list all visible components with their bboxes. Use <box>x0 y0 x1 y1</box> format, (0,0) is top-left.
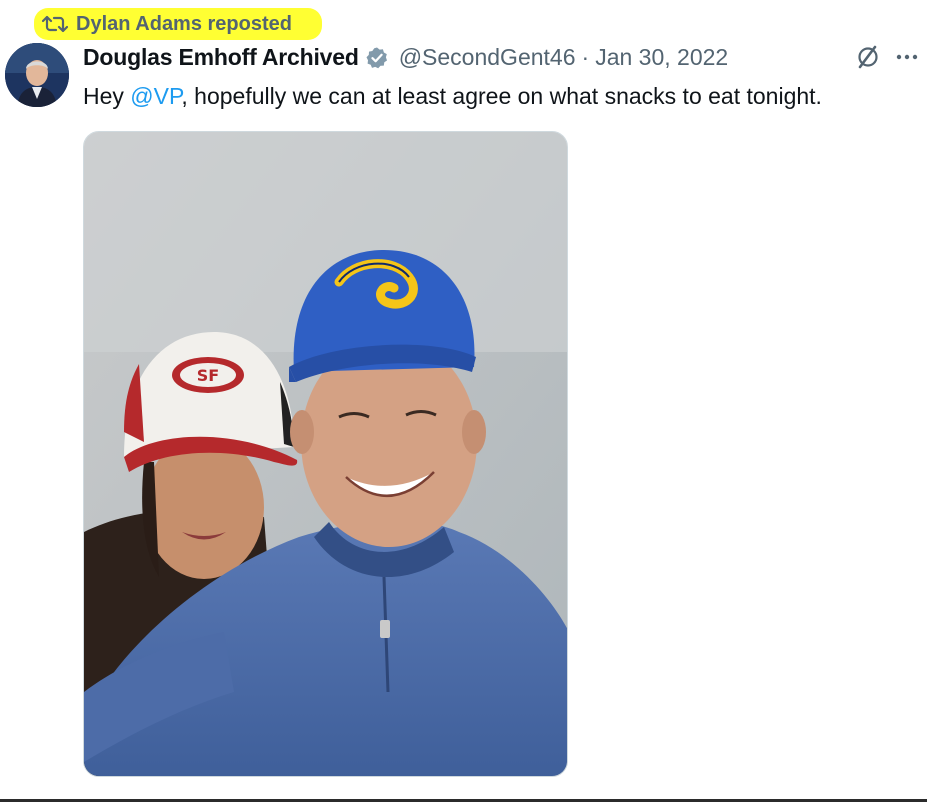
tweet-text-before: Hey <box>83 83 131 109</box>
more-icon[interactable] <box>895 45 919 69</box>
display-name[interactable]: Douglas Emhoff Archived <box>83 44 359 71</box>
selfie-photo[interactable]: SF <box>83 131 568 777</box>
grok-icon[interactable] <box>855 44 881 70</box>
svg-text:SF: SF <box>197 366 219 385</box>
verified-badge-icon[interactable] <box>365 46 389 70</box>
tweet-card[interactable]: Dylan Adams reposted Douglas Emhoff Arch… <box>0 0 927 802</box>
tweet-text: Hey @VP, hopefully we can at least agree… <box>83 83 822 110</box>
avatar[interactable] <box>5 43 69 107</box>
handle[interactable]: @SecondGent46 <box>399 44 576 71</box>
separator-dot: · <box>581 44 590 70</box>
tweet-header-actions <box>855 44 919 70</box>
tweet-header: Douglas Emhoff Archived @SecondGent46 · … <box>83 44 728 71</box>
repost-indicator[interactable]: Dylan Adams reposted <box>34 8 322 40</box>
repost-icon <box>42 13 68 35</box>
mention-link[interactable]: @VP <box>130 83 181 109</box>
repost-label[interactable]: Dylan Adams reposted <box>76 13 292 36</box>
tweet-text-after: , hopefully we can at least agree on wha… <box>181 83 822 109</box>
timestamp[interactable]: Jan 30, 2022 <box>595 44 728 71</box>
